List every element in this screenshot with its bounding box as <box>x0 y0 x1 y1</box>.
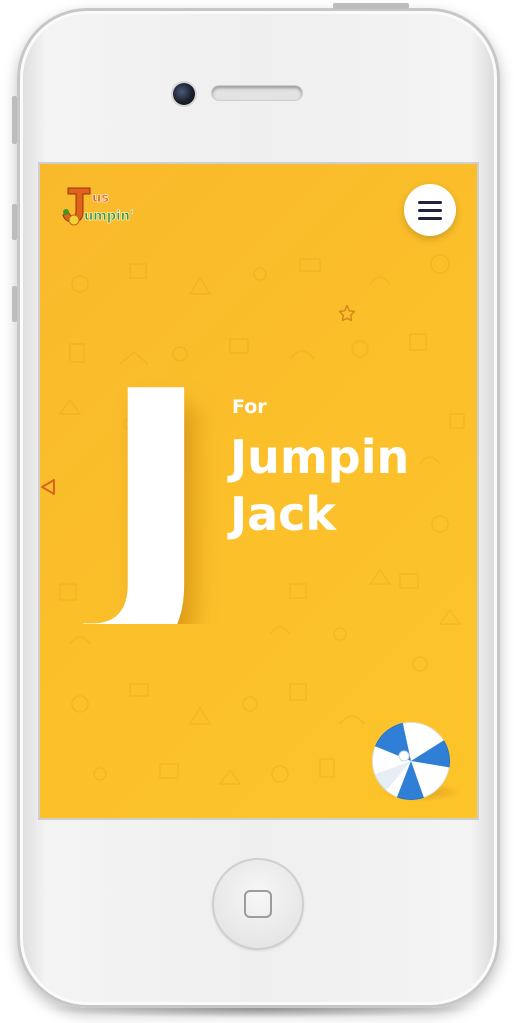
star-icon <box>338 304 356 322</box>
home-button[interactable] <box>212 858 304 950</box>
triangle-icon <box>41 479 55 495</box>
hamburger-menu-icon-bar <box>418 217 442 220</box>
beach-ball-icon <box>372 722 450 800</box>
page: us umpin' J For Jumpin Jack <box>0 0 517 1023</box>
earpiece-speaker <box>212 86 302 100</box>
hamburger-menu-icon-bar <box>418 209 442 212</box>
jus-jumpin-logo[interactable]: us umpin' <box>60 182 140 230</box>
hero-word-line-2: Jack <box>230 487 337 541</box>
volume-down-button <box>12 286 17 322</box>
hamburger-menu-button[interactable] <box>404 184 456 236</box>
hamburger-menu-icon <box>418 201 442 204</box>
mute-switch <box>12 96 17 144</box>
hero-letter: J <box>81 374 211 624</box>
hero-letter-graphic: J <box>81 374 211 624</box>
hero-word-line-1: Jumpin <box>230 430 410 484</box>
app-screen: us umpin' J For Jumpin Jack <box>40 164 477 818</box>
volume-up-button <box>12 204 17 240</box>
svg-text:us: us <box>92 191 109 206</box>
for-label: For <box>232 396 267 418</box>
power-button <box>333 3 409 9</box>
home-button-icon <box>244 890 272 918</box>
front-camera <box>173 83 195 105</box>
svg-text:umpin': umpin' <box>84 209 134 224</box>
